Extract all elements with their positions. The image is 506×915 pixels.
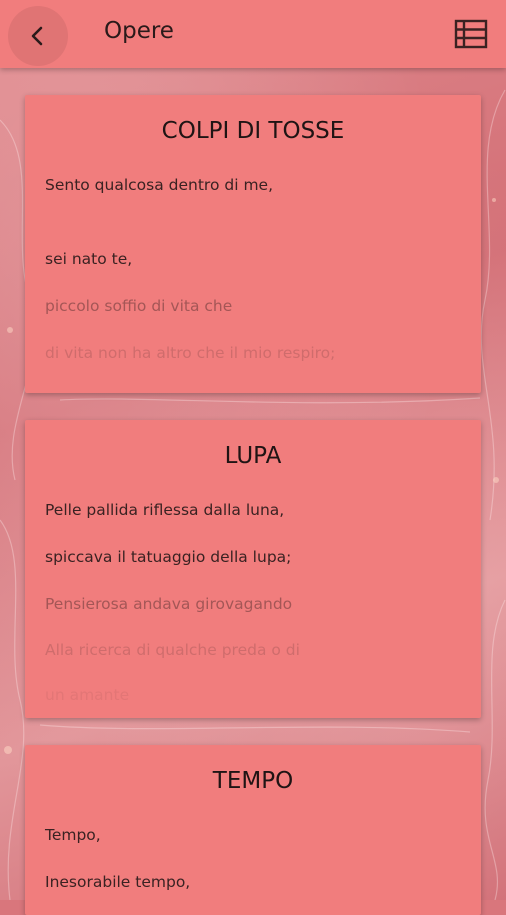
poem-line: di vita non ha altro che il mio respiro;	[45, 344, 336, 362]
poem-line: un amante	[45, 686, 130, 704]
poem-line: Alla ricerca di qualche preda o di	[45, 641, 300, 659]
poem-line: Pelle pallida riflessa dalla luna,	[45, 501, 285, 519]
poem-line: Inesorabile tempo,	[45, 873, 191, 891]
poem-line: Tempo,	[45, 826, 101, 844]
list-view-button[interactable]	[454, 18, 488, 50]
poem-card-tempo[interactable]: TEMPO Tempo, Inesorabile tempo,	[25, 745, 481, 915]
poem-line: sei nato te,	[45, 250, 133, 268]
page-title: Opere	[104, 18, 174, 44]
poem-title: TEMPO	[212, 768, 294, 794]
poem-title: COLPI DI TOSSE	[161, 118, 345, 144]
poem-line: Pensierosa andava girovagando	[45, 595, 293, 613]
list-view-icon	[454, 19, 488, 49]
poem-line: piccolo soffio di vita che	[45, 297, 233, 315]
chevron-left-icon	[31, 26, 43, 46]
poem-title: LUPA	[224, 443, 282, 469]
app-bar: Opere	[0, 0, 506, 68]
back-button[interactable]	[8, 6, 68, 66]
poem-card-colpi-di-tosse[interactable]: COLPI DI TOSSE Sento qualcosa dentro di …	[25, 95, 481, 393]
poem-card-lupa[interactable]: LUPA Pelle pallida riflessa dalla luna, …	[25, 420, 481, 718]
poem-line: spiccava il tatuaggio della lupa;	[45, 548, 292, 566]
poem-line: Sento qualcosa dentro di me,	[45, 176, 274, 194]
